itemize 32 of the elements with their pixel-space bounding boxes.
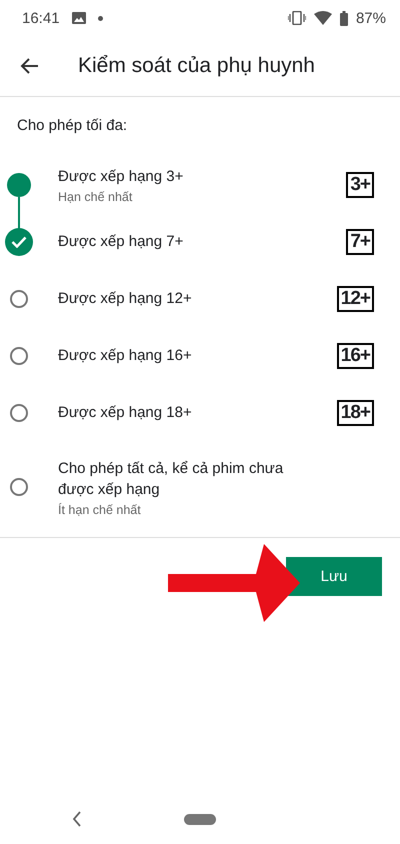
option-label[interactable]: Được xếp hạng 7+ [58, 231, 308, 252]
option-label[interactable]: Được xếp hạng 16+ [58, 345, 308, 366]
radio-button[interactable] [10, 404, 28, 422]
status-time: 16:41 [22, 10, 60, 26]
included-dot[interactable] [7, 172, 31, 196]
option-subtitle: Ít hạn chế nhất [58, 502, 142, 516]
rating-badge: 12+ [336, 286, 374, 312]
image-icon [72, 12, 86, 24]
rating-badge: 16+ [336, 342, 374, 368]
option-label[interactable]: Được xếp hạng 18+ [58, 402, 308, 423]
rating-badge: 3+ [346, 172, 374, 198]
home-pill[interactable] [184, 814, 216, 825]
vibrate-icon [288, 11, 306, 25]
nav-back-icon[interactable] [72, 811, 82, 827]
radio-button[interactable] [10, 478, 28, 496]
rating-badge: 7+ [346, 228, 374, 254]
page-title: Kiểm soát của phụ huynh [78, 54, 315, 78]
rating-badge: 18+ [336, 400, 374, 426]
checkmark-icon [11, 236, 27, 248]
checked-radio[interactable] [5, 228, 33, 256]
option-label[interactable]: Được xếp hạng 12+ [58, 288, 308, 309]
save-button[interactable]: Lưu [286, 557, 382, 596]
option-label[interactable]: Được xếp hạng 3+ [58, 166, 308, 186]
prompt-text: Cho phép tối đa: [16, 116, 128, 136]
radio-button[interactable] [10, 290, 28, 308]
option-subtitle: Hạn chế nhất [58, 190, 134, 204]
wifi-icon [314, 11, 332, 25]
battery-percent: 87% [356, 10, 386, 26]
dot-icon [98, 16, 103, 20]
battery-icon [340, 10, 348, 26]
radio-button[interactable] [10, 346, 28, 364]
option-label[interactable]: Cho phép tất cả, kể cả phim chưa được xếp hạng [58, 458, 308, 500]
